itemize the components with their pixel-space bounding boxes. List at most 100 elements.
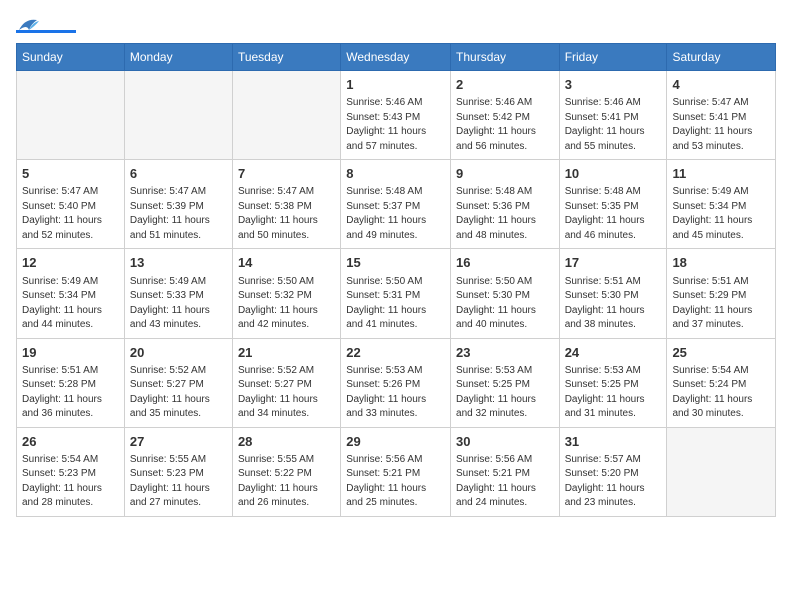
day-info: Sunrise: 5:46 AM Sunset: 5:42 PM Dayligh… — [456, 96, 554, 154]
day-info: Sunrise: 5:53 AM Sunset: 5:25 PM Dayligh… — [565, 364, 662, 422]
calendar-cell: 6 Sunrise: 5:47 AM Sunset: 5:39 PM Daylig… — [124, 160, 232, 249]
day-number: 28 — [238, 433, 335, 451]
weekday-header-tuesday: Tuesday — [232, 44, 340, 71]
day-number: 2 — [456, 76, 554, 94]
day-info: Sunrise: 5:49 AM Sunset: 5:33 PM Dayligh… — [130, 275, 227, 333]
day-info: Sunrise: 5:53 AM Sunset: 5:26 PM Dayligh… — [346, 364, 445, 422]
calendar-cell: 18 Sunrise: 5:51 AM Sunset: 5:29 PM Dayli… — [667, 249, 776, 338]
day-info: Sunrise: 5:48 AM Sunset: 5:35 PM Dayligh… — [565, 185, 662, 243]
calendar-cell: 2 Sunrise: 5:46 AM Sunset: 5:42 PM Daylig… — [451, 71, 560, 160]
calendar-cell — [17, 71, 125, 160]
calendar-week-row: 19 Sunrise: 5:51 AM Sunset: 5:28 PM Dayli… — [17, 338, 776, 427]
day-info: Sunrise: 5:51 AM Sunset: 5:29 PM Dayligh… — [672, 275, 770, 333]
day-info: Sunrise: 5:48 AM Sunset: 5:37 PM Dayligh… — [346, 185, 445, 243]
day-info: Sunrise: 5:56 AM Sunset: 5:21 PM Dayligh… — [346, 453, 445, 511]
day-number: 10 — [565, 165, 662, 183]
day-number: 27 — [130, 433, 227, 451]
calendar-cell: 14 Sunrise: 5:50 AM Sunset: 5:32 PM Dayli… — [232, 249, 340, 338]
weekday-header-thursday: Thursday — [451, 44, 560, 71]
calendar-cell: 25Sunrise: 5:54 AM Sunset: 5:24 PM Dayli… — [667, 338, 776, 427]
day-info: Sunrise: 5:46 AM Sunset: 5:41 PM Dayligh… — [565, 96, 662, 154]
calendar-cell: 11Sunrise: 5:49 AM Sunset: 5:34 PM Dayli… — [667, 160, 776, 249]
day-number: 8 — [346, 165, 445, 183]
day-number: 22 — [346, 344, 445, 362]
day-number: 12 — [22, 254, 119, 272]
day-info: Sunrise: 5:54 AM Sunset: 5:23 PM Dayligh… — [22, 453, 119, 511]
calendar-week-row: 12 Sunrise: 5:49 AM Sunset: 5:34 PM Dayli… — [17, 249, 776, 338]
day-info: Sunrise: 5:47 AM Sunset: 5:40 PM Dayligh… — [22, 185, 119, 243]
day-info: Sunrise: 5:50 AM Sunset: 5:30 PM Dayligh… — [456, 275, 554, 333]
day-number: 31 — [565, 433, 662, 451]
calendar-cell — [232, 71, 340, 160]
calendar-cell: 15 Sunrise: 5:50 AM Sunset: 5:31 PM Dayli… — [341, 249, 451, 338]
day-number: 13 — [130, 254, 227, 272]
day-number: 21 — [238, 344, 335, 362]
day-number: 6 — [130, 165, 227, 183]
day-info: Sunrise: 5:55 AM Sunset: 5:22 PM Dayligh… — [238, 453, 335, 511]
calendar-cell: 23 Sunrise: 5:53 AM Sunset: 5:25 PM Dayli… — [451, 338, 560, 427]
calendar-cell: 3 Sunrise: 5:46 AM Sunset: 5:41 PM Daylig… — [559, 71, 667, 160]
day-number: 23 — [456, 344, 554, 362]
calendar-cell: 10 Sunrise: 5:48 AM Sunset: 5:35 PM Dayli… — [559, 160, 667, 249]
day-number: 24 — [565, 344, 662, 362]
logo-underline — [16, 30, 76, 33]
calendar-cell — [667, 427, 776, 516]
calendar-week-row: 1 Sunrise: 5:46 AM Sunset: 5:43 PM Daylig… — [17, 71, 776, 160]
day-number: 5 — [22, 165, 119, 183]
calendar-week-row: 26Sunrise: 5:54 AM Sunset: 5:23 PM Dayli… — [17, 427, 776, 516]
day-number: 3 — [565, 76, 662, 94]
calendar-cell: 13 Sunrise: 5:49 AM Sunset: 5:33 PM Dayli… — [124, 249, 232, 338]
calendar-cell: 31Sunrise: 5:57 AM Sunset: 5:20 PM Dayli… — [559, 427, 667, 516]
day-info: Sunrise: 5:50 AM Sunset: 5:31 PM Dayligh… — [346, 275, 445, 333]
day-number: 15 — [346, 254, 445, 272]
calendar-cell: 21 Sunrise: 5:52 AM Sunset: 5:27 PM Dayli… — [232, 338, 340, 427]
day-info: Sunrise: 5:55 AM Sunset: 5:23 PM Dayligh… — [130, 453, 227, 511]
calendar-cell — [124, 71, 232, 160]
weekday-header-saturday: Saturday — [667, 44, 776, 71]
day-number: 18 — [672, 254, 770, 272]
day-info: Sunrise: 5:56 AM Sunset: 5:21 PM Dayligh… — [456, 453, 554, 511]
calendar-cell: 12 Sunrise: 5:49 AM Sunset: 5:34 PM Dayli… — [17, 249, 125, 338]
day-number: 16 — [456, 254, 554, 272]
calendar-cell: 4 Sunrise: 5:47 AM Sunset: 5:41 PM Daylig… — [667, 71, 776, 160]
day-number: 19 — [22, 344, 119, 362]
calendar-cell: 9Sunrise: 5:48 AM Sunset: 5:36 PM Daylig… — [451, 160, 560, 249]
weekday-header-friday: Friday — [559, 44, 667, 71]
day-info: Sunrise: 5:51 AM Sunset: 5:30 PM Dayligh… — [565, 275, 662, 333]
calendar-cell: 24 Sunrise: 5:53 AM Sunset: 5:25 PM Dayli… — [559, 338, 667, 427]
calendar-cell: 8 Sunrise: 5:48 AM Sunset: 5:37 PM Daylig… — [341, 160, 451, 249]
page-header — [16, 16, 776, 33]
day-info: Sunrise: 5:53 AM Sunset: 5:25 PM Dayligh… — [456, 364, 554, 422]
calendar-cell: 5 Sunrise: 5:47 AM Sunset: 5:40 PM Daylig… — [17, 160, 125, 249]
day-info: Sunrise: 5:54 AM Sunset: 5:24 PM Dayligh… — [672, 364, 770, 422]
day-info: Sunrise: 5:47 AM Sunset: 5:41 PM Dayligh… — [672, 96, 770, 154]
calendar-cell: 17 Sunrise: 5:51 AM Sunset: 5:30 PM Dayli… — [559, 249, 667, 338]
day-info: Sunrise: 5:50 AM Sunset: 5:32 PM Dayligh… — [238, 275, 335, 333]
calendar-cell: 1 Sunrise: 5:46 AM Sunset: 5:43 PM Daylig… — [341, 71, 451, 160]
calendar-cell: 29 Sunrise: 5:56 AM Sunset: 5:21 PM Dayli… — [341, 427, 451, 516]
calendar-cell: 27 Sunrise: 5:55 AM Sunset: 5:23 PM Dayli… — [124, 427, 232, 516]
day-number: 14 — [238, 254, 335, 272]
day-info: Sunrise: 5:51 AM Sunset: 5:28 PM Dayligh… — [22, 364, 119, 422]
day-info: Sunrise: 5:47 AM Sunset: 5:39 PM Dayligh… — [130, 185, 227, 243]
day-info: Sunrise: 5:52 AM Sunset: 5:27 PM Dayligh… — [130, 364, 227, 422]
day-info: Sunrise: 5:49 AM Sunset: 5:34 PM Dayligh… — [672, 185, 770, 243]
day-number: 4 — [672, 76, 770, 94]
day-number: 17 — [565, 254, 662, 272]
day-number: 7 — [238, 165, 335, 183]
day-info: Sunrise: 5:47 AM Sunset: 5:38 PM Dayligh… — [238, 185, 335, 243]
day-number: 9 — [456, 165, 554, 183]
weekday-header-sunday: Sunday — [17, 44, 125, 71]
day-info: Sunrise: 5:52 AM Sunset: 5:27 PM Dayligh… — [238, 364, 335, 422]
calendar-header-row: SundayMondayTuesdayWednesdayThursdayFrid… — [17, 44, 776, 71]
day-info: Sunrise: 5:49 AM Sunset: 5:34 PM Dayligh… — [22, 275, 119, 333]
logo — [16, 16, 76, 33]
calendar-cell: 28 Sunrise: 5:55 AM Sunset: 5:22 PM Dayli… — [232, 427, 340, 516]
day-info: Sunrise: 5:46 AM Sunset: 5:43 PM Dayligh… — [346, 96, 445, 154]
day-number: 1 — [346, 76, 445, 94]
day-number: 29 — [346, 433, 445, 451]
calendar-cell: 19 Sunrise: 5:51 AM Sunset: 5:28 PM Dayli… — [17, 338, 125, 427]
calendar-cell: 20Sunrise: 5:52 AM Sunset: 5:27 PM Dayli… — [124, 338, 232, 427]
calendar-cell: 30Sunrise: 5:56 AM Sunset: 5:21 PM Dayli… — [451, 427, 560, 516]
calendar-cell: 26Sunrise: 5:54 AM Sunset: 5:23 PM Dayli… — [17, 427, 125, 516]
